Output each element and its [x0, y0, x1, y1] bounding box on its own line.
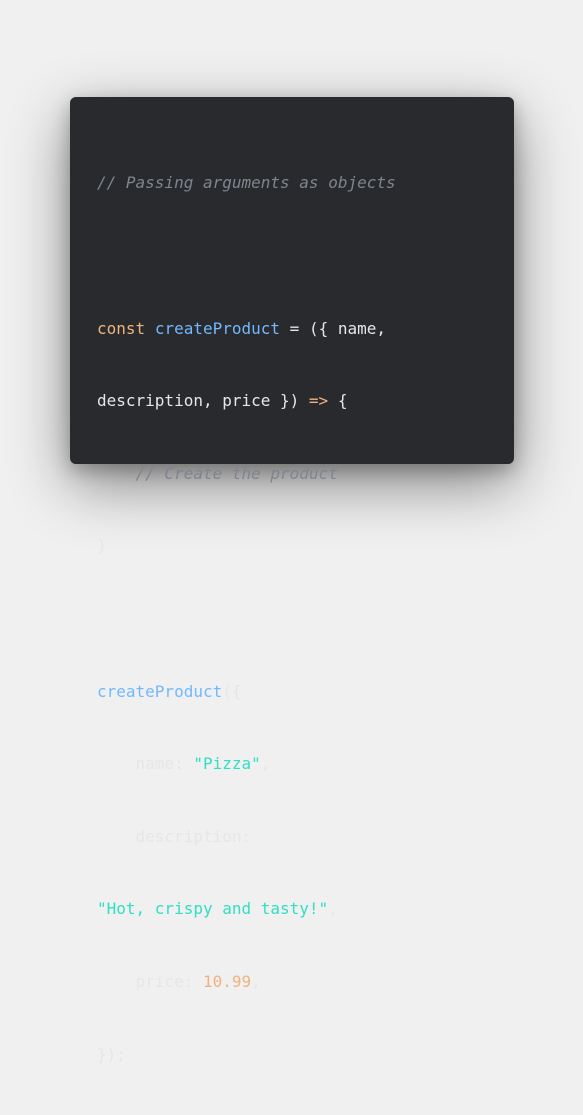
code-line-6: } [97, 534, 396, 558]
code-line-12: price: 10.99, [97, 970, 396, 994]
code-text: , [260, 754, 271, 774]
code-line-10: description: [97, 825, 396, 849]
code-block: // Passing arguments as objects const cr… [97, 123, 396, 1115]
code-comment-inner: // Create the product [97, 463, 338, 483]
code-text: , [328, 899, 338, 919]
code-comment-header: // Passing arguments as objects [97, 173, 396, 193]
keyword-const: const [97, 318, 146, 338]
code-line-8: createProduct({ [97, 680, 396, 704]
code-text: } [97, 536, 107, 556]
object-key: description: [97, 826, 252, 846]
code-line-1: // Passing arguments as objects [97, 171, 396, 195]
code-card: // Passing arguments as objects const cr… [70, 97, 514, 1064]
code-text: , [251, 971, 261, 991]
string-value: "Pizza" [193, 754, 261, 774]
code-line-4: description, price }) => { [97, 389, 396, 413]
string-value: "Hot, crispy and tasty!" [97, 899, 329, 919]
function-name: createProduct [154, 318, 281, 338]
code-line-3: const createProduct = ({ name, [97, 317, 396, 341]
code-line-9: name: "Pizza", [97, 752, 396, 776]
arrow-operator: => [308, 391, 329, 411]
code-line-5: // Create the product [97, 462, 396, 486]
code-line-13: }); [97, 1043, 396, 1067]
code-text: = ({ name, [280, 318, 387, 338]
object-key: name: [97, 754, 194, 774]
code-text: ({ [222, 681, 242, 701]
code-text: description, price }) [97, 391, 309, 411]
code-text: }); [97, 1044, 126, 1064]
number-value: 10.99 [202, 971, 252, 991]
function-call-name: createProduct [97, 681, 223, 701]
code-text: { [328, 391, 348, 411]
object-key: price: [97, 971, 203, 991]
code-line-11: "Hot, crispy and tasty!", [97, 897, 396, 921]
